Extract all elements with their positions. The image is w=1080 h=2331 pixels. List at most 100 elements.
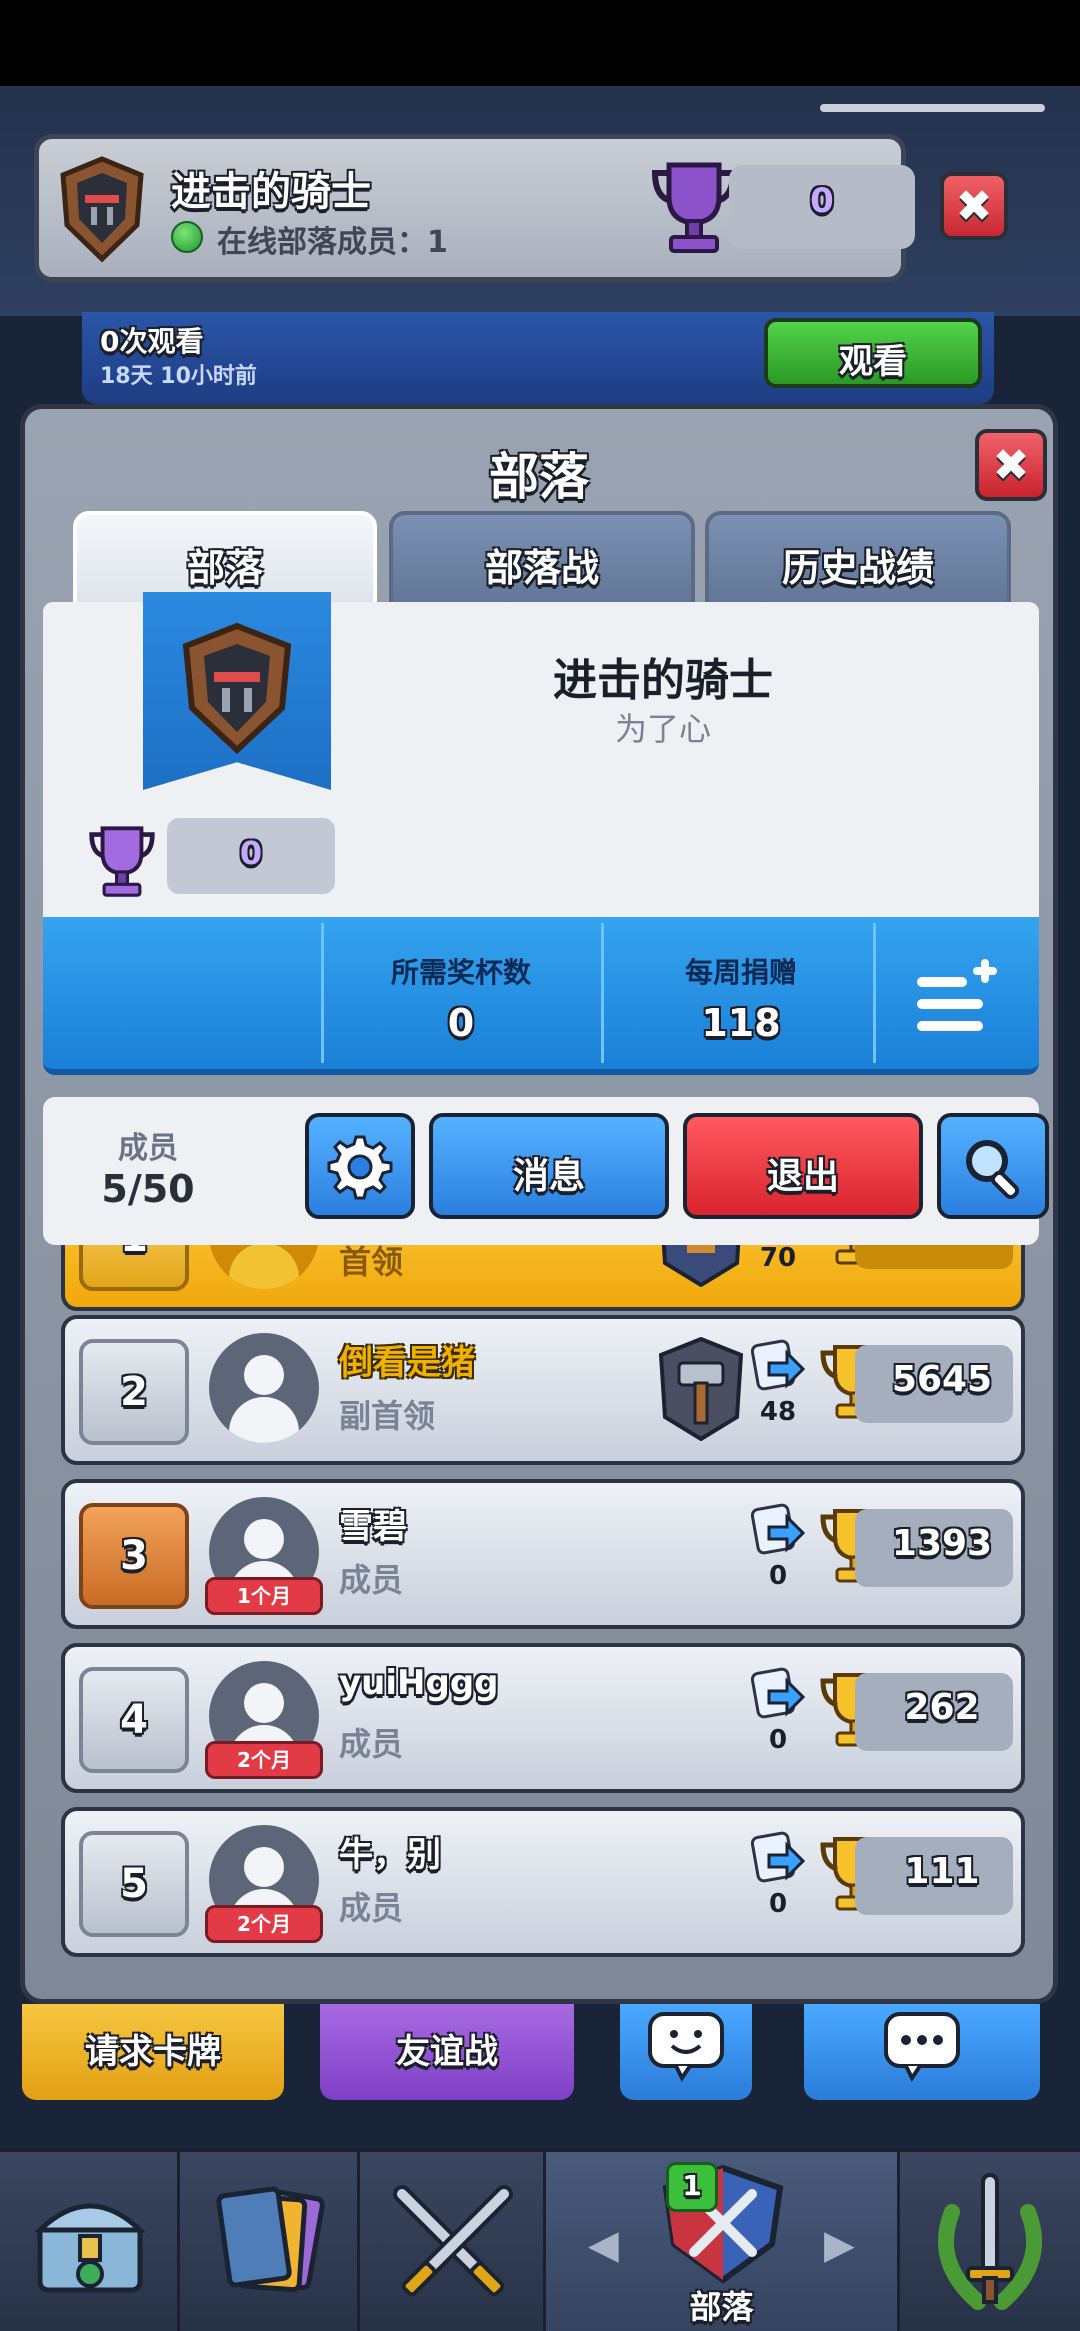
trophy-icon [651, 162, 737, 253]
member-row[interactable]: 2 倒看是猪 副首领 48 5645 [61, 1315, 1025, 1465]
modal-title: 部落 [489, 448, 589, 506]
chat-icon [884, 2012, 960, 2082]
close-icon: ✖ [955, 180, 993, 232]
clan-stats-bar: 所需奖杯数 0 每周捐赠 118 [43, 917, 1039, 1075]
member-role: 成员 [339, 1725, 404, 1763]
clan-description: 为了心 [614, 710, 711, 748]
chevron-right-icon: ▶ [824, 2222, 855, 2268]
clan-notification-badge: 1 [666, 2162, 718, 2212]
trophy-icon [89, 826, 155, 897]
rank-number: 1 [83, 1245, 185, 1261]
friendly-battle-button[interactable]: 友谊战 [320, 2004, 574, 2100]
watch-time: 18天 10小时前 [100, 364, 257, 389]
hammer-arena-icon [658, 1337, 744, 1441]
leave-clan-button-label: 退出 [766, 1156, 839, 1197]
stat-divider [601, 923, 604, 1063]
nav-events[interactable] [900, 2152, 1080, 2331]
required-trophies-label: 所需奖杯数 [390, 956, 531, 989]
tab-history-label: 历史战绩 [781, 546, 934, 590]
member-row[interactable]: 5 2个月 牛，别 成员 0 111 [61, 1807, 1025, 1957]
clan-trophy-box: 0 [729, 165, 915, 249]
more-info-icon[interactable] [911, 947, 1007, 1043]
message-button-label: 消息 [512, 1156, 585, 1197]
modal-close-button[interactable]: ✖ [975, 429, 1047, 501]
member-role: 成员 [339, 1561, 404, 1599]
emote-button[interactable] [620, 2004, 752, 2100]
watch-strip: 0次观看 18天 10小时前 观看 [82, 312, 994, 404]
tab-history[interactable]: 历史战绩 [705, 511, 1011, 607]
chat-button[interactable] [804, 2004, 1040, 2100]
member-row[interactable]: 1 首领 70 6671 [61, 1245, 1025, 1311]
nav-battle[interactable] [360, 2152, 546, 2331]
watch-count: 0次观看 [100, 325, 204, 358]
clan-banner[interactable]: 进击的骑士 在线部落成员：1 0 [34, 134, 915, 282]
avatar [209, 1245, 319, 1289]
tab-clan-war-label: 部落战 [484, 546, 599, 590]
stat-divider [321, 923, 324, 1063]
search-button[interactable] [937, 1113, 1049, 1219]
weekly-donations-value: 118 [701, 1001, 781, 1045]
member-name: 牛，别 [339, 1835, 441, 1875]
avatar [209, 1333, 319, 1443]
member-role: 副首领 [339, 1397, 436, 1435]
member-donations: 48 [759, 1397, 797, 1427]
bottom-nav: ◀ ▶ 1 部落 [0, 2148, 1080, 2331]
gesture-handle [820, 104, 1045, 112]
clan-badge-icon [182, 622, 292, 754]
tab-clan-label: 部落 [186, 546, 263, 590]
tenure-badge: 1个月 [205, 1577, 323, 1615]
nav-clan[interactable]: ◀ ▶ 1 部落 [546, 2152, 900, 2331]
tenure-badge: 2个月 [205, 1741, 323, 1779]
members-control-panel: 成员 5/50 消息 退出 [43, 1097, 1049, 1245]
member-trophies: 5645 [891, 1359, 993, 1400]
weekly-donations-label: 每周捐赠 [684, 956, 797, 989]
friendly-battle-label: 友谊战 [396, 2032, 498, 2072]
member-name: yuiHggg [339, 1663, 499, 1703]
online-members-text: 在线部落成员：1 [217, 225, 448, 260]
nav-shop[interactable] [0, 2152, 180, 2331]
members-list[interactable]: 1 首领 70 6671 [43, 1245, 1039, 1989]
member-donations: 0 [768, 1725, 788, 1755]
member-trophies: 1393 [891, 1523, 993, 1564]
tab-clan-war[interactable]: 部落战 [389, 511, 695, 607]
stat-divider [873, 923, 876, 1063]
rank-number: 3 [120, 1533, 148, 1579]
trophy-box [855, 1245, 1013, 1269]
close-icon: ✖ [992, 439, 1030, 491]
tenure-badge: 2个月 [205, 1905, 323, 1943]
leave-clan-button[interactable]: 退出 [683, 1113, 923, 1219]
member-row[interactable]: 4 2个月 yuiHggg 成员 0 262 [61, 1643, 1025, 1793]
rank-box: 5 [79, 1831, 189, 1937]
request-card-button[interactable]: 请求卡牌 [22, 2004, 284, 2100]
watch-button-label: 观看 [839, 342, 907, 382]
laurel-sword-icon [938, 2173, 1042, 2310]
message-button[interactable]: 消息 [429, 1113, 669, 1219]
rank-box: 3 [79, 1503, 189, 1609]
nav-clan-label: 部落 [689, 2288, 754, 2326]
rank-box: 1 [79, 1245, 189, 1291]
member-trophies: 111 [904, 1851, 980, 1892]
watch-button[interactable]: 观看 [764, 318, 982, 388]
donation-icon [751, 1831, 805, 1883]
member-trophies: 262 [904, 1687, 980, 1728]
nav-cards[interactable] [180, 2152, 360, 2331]
members-count: 5/50 [101, 1167, 195, 1211]
required-trophies-value: 0 [447, 1001, 475, 1045]
donation-icon [751, 1667, 805, 1719]
member-row[interactable]: 3 1个月 雪碧 成员 0 1393 [61, 1479, 1025, 1629]
clan-banner-name: 进击的骑士 [171, 169, 371, 215]
member-name: 倒看是猪 [339, 1343, 475, 1383]
emote-icon [648, 2012, 724, 2082]
crossed-swords-icon [393, 2185, 513, 2297]
clan-shield-icon [60, 156, 144, 263]
donation-icon [751, 1503, 805, 1555]
arena-icon [661, 1245, 741, 1287]
settings-button[interactable] [305, 1113, 415, 1219]
top-close-button[interactable]: ✖ [940, 172, 1008, 240]
clan-trophy-value: 0 [810, 181, 834, 221]
members-label: 成员 [118, 1131, 178, 1166]
status-bar [0, 0, 1080, 86]
search-icon [966, 1140, 1020, 1200]
rank-number: 4 [120, 1697, 148, 1743]
rank-number: 5 [120, 1861, 148, 1907]
